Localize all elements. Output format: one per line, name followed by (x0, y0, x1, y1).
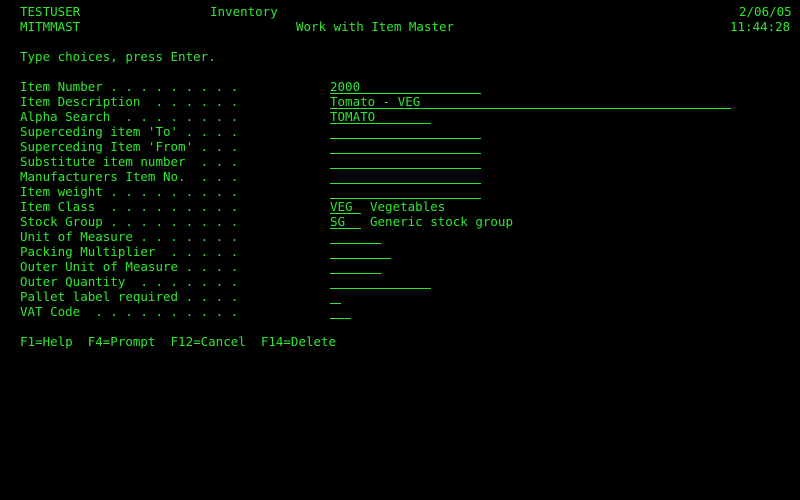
label-superceding-from: Superceding Item 'From' . . . (20, 139, 239, 154)
substitute-item-field[interactable] (330, 154, 481, 169)
pallet-label-field[interactable] (330, 289, 341, 304)
terminal-screen: TESTUSER Inventory 2/06/05 MITMMAST Work… (0, 0, 800, 500)
label-substitute-item: Substitute item number . . . (20, 154, 239, 169)
screen-title: Work with Item Master (296, 19, 455, 34)
label-item-description: Item Description . . . . . . (20, 94, 239, 109)
label-stock-group: Stock Group . . . . . . . . . (20, 214, 239, 229)
stock-group-description: Generic stock group (370, 214, 513, 229)
label-superceding-to: Superceding item 'To' . . . . (20, 124, 239, 139)
outer-unit-of-measure-field[interactable] (330, 259, 381, 274)
unit-of-measure-field[interactable] (330, 229, 381, 244)
label-manufacturers-item: Manufacturers Item No. . . . (20, 169, 239, 184)
label-item-class: Item Class . . . . . . . . . (20, 199, 239, 214)
label-outer-unit-of-measure: Outer Unit of Measure . . . . (20, 259, 239, 274)
vat-code-field[interactable] (330, 304, 351, 319)
label-outer-quantity: Outer Quantity . . . . . . . (20, 274, 239, 289)
item-weight-field[interactable] (330, 184, 481, 199)
app-title: Inventory (210, 4, 278, 19)
superceding-to-field[interactable] (330, 124, 481, 139)
superceding-from-field[interactable] (330, 139, 481, 154)
label-item-number: Item Number . . . . . . . . . (20, 79, 239, 94)
label-packing-multiplier: Packing Multiplier . . . . . (20, 244, 239, 259)
label-unit-of-measure: Unit of Measure . . . . . . . (20, 229, 239, 244)
stock-group-field[interactable]: SG (330, 214, 361, 229)
item-description-field[interactable]: Tomato - VEG (330, 94, 731, 109)
label-pallet-label: Pallet label required . . . . (20, 289, 239, 304)
date-display: 2/06/05 (739, 4, 792, 19)
alpha-search-field[interactable]: TOMATO (330, 109, 431, 124)
program-name: MITMMAST (20, 19, 81, 34)
label-alpha-search: Alpha Search . . . . . . . . (20, 109, 239, 124)
manufacturers-item-field[interactable] (330, 169, 481, 184)
item-number-field[interactable]: 2000 (330, 79, 481, 94)
outer-quantity-field[interactable] (330, 274, 431, 289)
item-class-description: Vegetables (370, 199, 446, 214)
label-vat-code: VAT Code . . . . . . . . . . (20, 304, 239, 319)
function-key-legend[interactable]: F1=Help F4=Prompt F12=Cancel F14=Delete (20, 334, 336, 349)
item-class-field[interactable]: VEG (330, 199, 361, 214)
instruction-text: Type choices, press Enter. (20, 49, 216, 64)
user-id: TESTUSER (20, 4, 81, 19)
label-item-weight: Item weight . . . . . . . . . (20, 184, 239, 199)
packing-multiplier-field[interactable] (330, 244, 391, 259)
time-display: 11:44:28 (730, 19, 791, 34)
